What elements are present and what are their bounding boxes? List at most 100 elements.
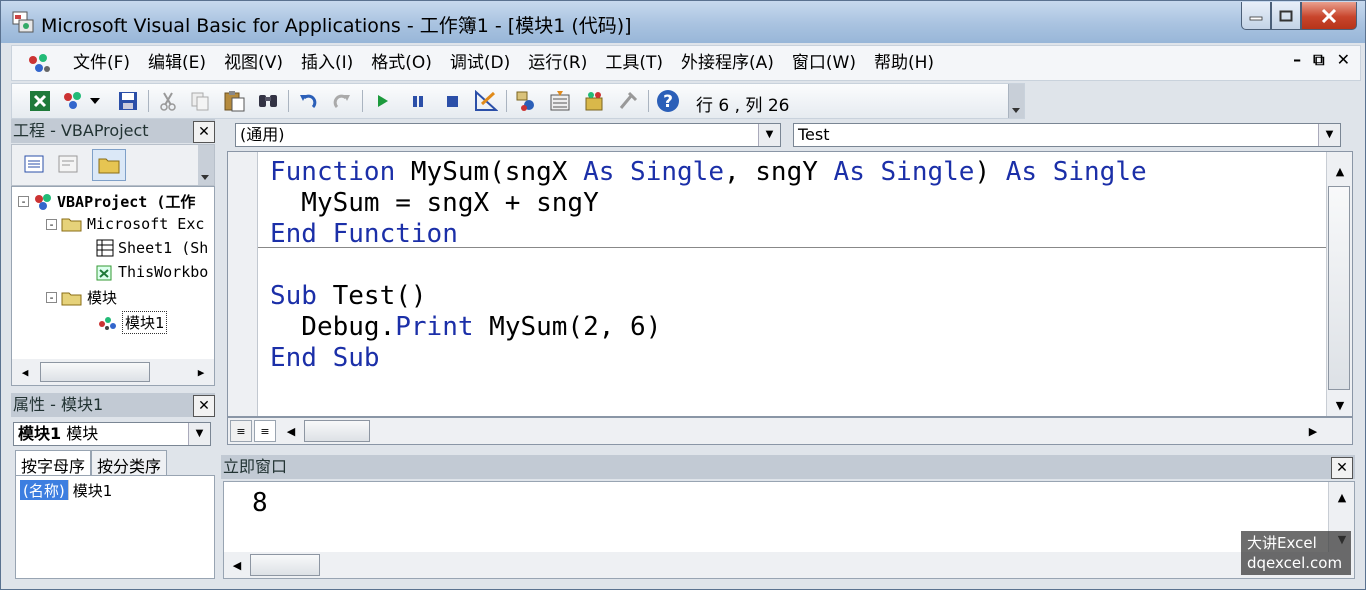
redo-button[interactable]	[330, 89, 354, 113]
object-combo[interactable]: (通用) ▼	[235, 123, 781, 147]
chevron-down-icon[interactable]: ▼	[188, 423, 210, 445]
menu-item[interactable]: 调试(D)	[441, 52, 519, 74]
scroll-thumb[interactable]	[40, 362, 150, 382]
design-mode-button[interactable]	[474, 89, 498, 113]
scroll-thumb[interactable]	[304, 420, 370, 442]
menu-item[interactable]: 外接程序(A)	[672, 52, 783, 74]
scroll-left-button[interactable]: ◀	[14, 361, 36, 383]
undo-button[interactable]	[296, 89, 320, 113]
procedure-view-icon: ≡	[236, 424, 246, 438]
view-excel-button[interactable]	[28, 89, 52, 113]
tree-node-modules[interactable]: - 模块	[46, 287, 117, 308]
properties-grid: (名称) 模块1	[15, 475, 215, 579]
properties-object-combo[interactable]: 模块1 模块 ▼	[13, 422, 211, 446]
view-code-button[interactable]	[22, 152, 46, 176]
code-line[interactable]: MySum = sngX + sngY	[270, 188, 598, 219]
menu-item[interactable]: 工具(T)	[596, 52, 672, 74]
object-browser-button[interactable]	[582, 89, 606, 113]
run-button[interactable]	[370, 89, 394, 113]
collapse-icon[interactable]: -	[46, 292, 57, 303]
code-hscroll[interactable]: ≡ ≡ ◀ ▶	[227, 417, 1353, 445]
maximize-icon	[1279, 10, 1293, 21]
scroll-thumb[interactable]	[1328, 186, 1350, 390]
find-button[interactable]	[256, 89, 280, 113]
code-line[interactable]: End Function	[270, 219, 458, 250]
minimize-button[interactable]	[1241, 2, 1271, 30]
reset-button[interactable]	[440, 89, 464, 113]
menu-item[interactable]: 格式(O)	[362, 52, 441, 74]
title-bar[interactable]: Microsoft Visual Basic for Applications …	[1, 1, 1365, 43]
code-line[interactable]: Debug.Print MySum(2, 6)	[270, 312, 661, 343]
project-explorer-toolbar	[11, 144, 215, 186]
workbook-icon	[96, 265, 112, 281]
break-button[interactable]	[406, 89, 430, 113]
project-explorer-button[interactable]	[514, 89, 538, 113]
copy-button[interactable]	[188, 89, 212, 113]
tree-node-module1[interactable]: 模块1	[96, 311, 168, 334]
menu-item[interactable]: 帮助(H)	[865, 52, 943, 74]
tree-node-vbaproject[interactable]: - VBAProject (工作	[18, 191, 195, 212]
code-line[interactable]: Sub Test()	[270, 281, 427, 312]
help-button[interactable]: ?	[656, 89, 680, 113]
project-explorer-close-button[interactable]: ✕	[193, 121, 215, 143]
code-vscroll[interactable]: ▲ ▼	[1326, 152, 1352, 416]
tree-node-thisworkbook[interactable]: ThisWorkbo	[96, 263, 208, 281]
chevron-down-icon	[90, 98, 100, 104]
maximize-button[interactable]	[1271, 2, 1301, 30]
scroll-thumb[interactable]	[250, 554, 320, 576]
module-icon[interactable]	[26, 52, 52, 76]
properties-window-button[interactable]	[548, 89, 572, 113]
margin-indicator-bar[interactable]	[228, 152, 258, 416]
project-toolbar-overflow[interactable]	[198, 145, 214, 185]
code-editor[interactable]: Function MySum(sngX As Single, sngY As S…	[227, 151, 1353, 417]
menu-item[interactable]: 编辑(E)	[139, 52, 215, 74]
cut-button[interactable]	[156, 89, 180, 113]
procedure-view-button[interactable]: ≡	[230, 420, 252, 442]
collapse-icon[interactable]: -	[18, 196, 29, 207]
immediate-window[interactable]: 8 ▲ ▼ ◀	[223, 481, 1355, 579]
insert-dropdown-button[interactable]	[88, 89, 102, 113]
code-line[interactable]: Function MySum(sngX As Single, sngY As S…	[270, 157, 1147, 188]
mdi-close-icon[interactable]: ✕	[1337, 50, 1350, 70]
immediate-close-button[interactable]: ✕	[1331, 457, 1353, 479]
chevron-down-icon[interactable]: ▼	[758, 124, 780, 146]
menu-item[interactable]: 运行(R)	[519, 52, 596, 74]
site-watermark: 大讲Excel dqexcel.com	[1241, 531, 1351, 575]
menu-item[interactable]: 窗口(W)	[783, 52, 865, 74]
property-row-name[interactable]: (名称) 模块1	[20, 480, 112, 500]
tree-node-excel-objects[interactable]: - Microsoft Exc	[46, 215, 204, 233]
full-module-view-icon: ≡	[260, 424, 270, 438]
insert-module-button[interactable]	[62, 89, 86, 113]
toggle-folders-button[interactable]	[92, 149, 126, 181]
scroll-up-button[interactable]: ▲	[1329, 160, 1351, 182]
menu-item[interactable]: 插入(I)	[292, 52, 362, 74]
property-name-value[interactable]: 模块1	[67, 480, 112, 500]
project-explorer-title: 工程 - VBAProject	[13, 121, 149, 140]
worksheet-icon	[96, 239, 114, 257]
scroll-right-button[interactable]: ▶	[1302, 420, 1324, 442]
scroll-left-button[interactable]: ◀	[280, 420, 302, 442]
mdi-restore-icon[interactable]: ⧉	[1313, 50, 1324, 70]
tree-node-sheet1[interactable]: Sheet1 (Sh	[96, 239, 208, 257]
code-line[interactable]: End Sub	[270, 343, 380, 374]
mdi-minimize-icon[interactable]: –	[1293, 50, 1301, 70]
scroll-right-button[interactable]: ▶	[190, 361, 212, 383]
view-object-button[interactable]	[56, 152, 80, 176]
menu-item[interactable]: 文件(F)	[64, 52, 139, 74]
procedure-combo[interactable]: Test ▼	[793, 123, 1341, 147]
scroll-up-button[interactable]: ▲	[1331, 486, 1353, 508]
full-module-view-button[interactable]: ≡	[254, 420, 276, 442]
project-tree-hscroll[interactable]: ◀ ▶	[12, 359, 214, 385]
immediate-hscroll[interactable]: ◀	[224, 552, 1354, 578]
chevron-down-icon[interactable]: ▼	[1318, 124, 1340, 146]
toolbar-overflow-button[interactable]	[1008, 84, 1024, 118]
toolbox-button[interactable]	[616, 89, 640, 113]
paste-button[interactable]	[222, 89, 246, 113]
collapse-icon[interactable]: -	[46, 218, 57, 230]
properties-close-button[interactable]: ✕	[193, 395, 215, 417]
save-button[interactable]	[116, 89, 140, 113]
menu-item[interactable]: 视图(V)	[215, 52, 292, 74]
scroll-left-button[interactable]: ◀	[226, 554, 248, 576]
close-button[interactable]	[1301, 2, 1357, 30]
scroll-down-button[interactable]: ▼	[1329, 394, 1351, 416]
